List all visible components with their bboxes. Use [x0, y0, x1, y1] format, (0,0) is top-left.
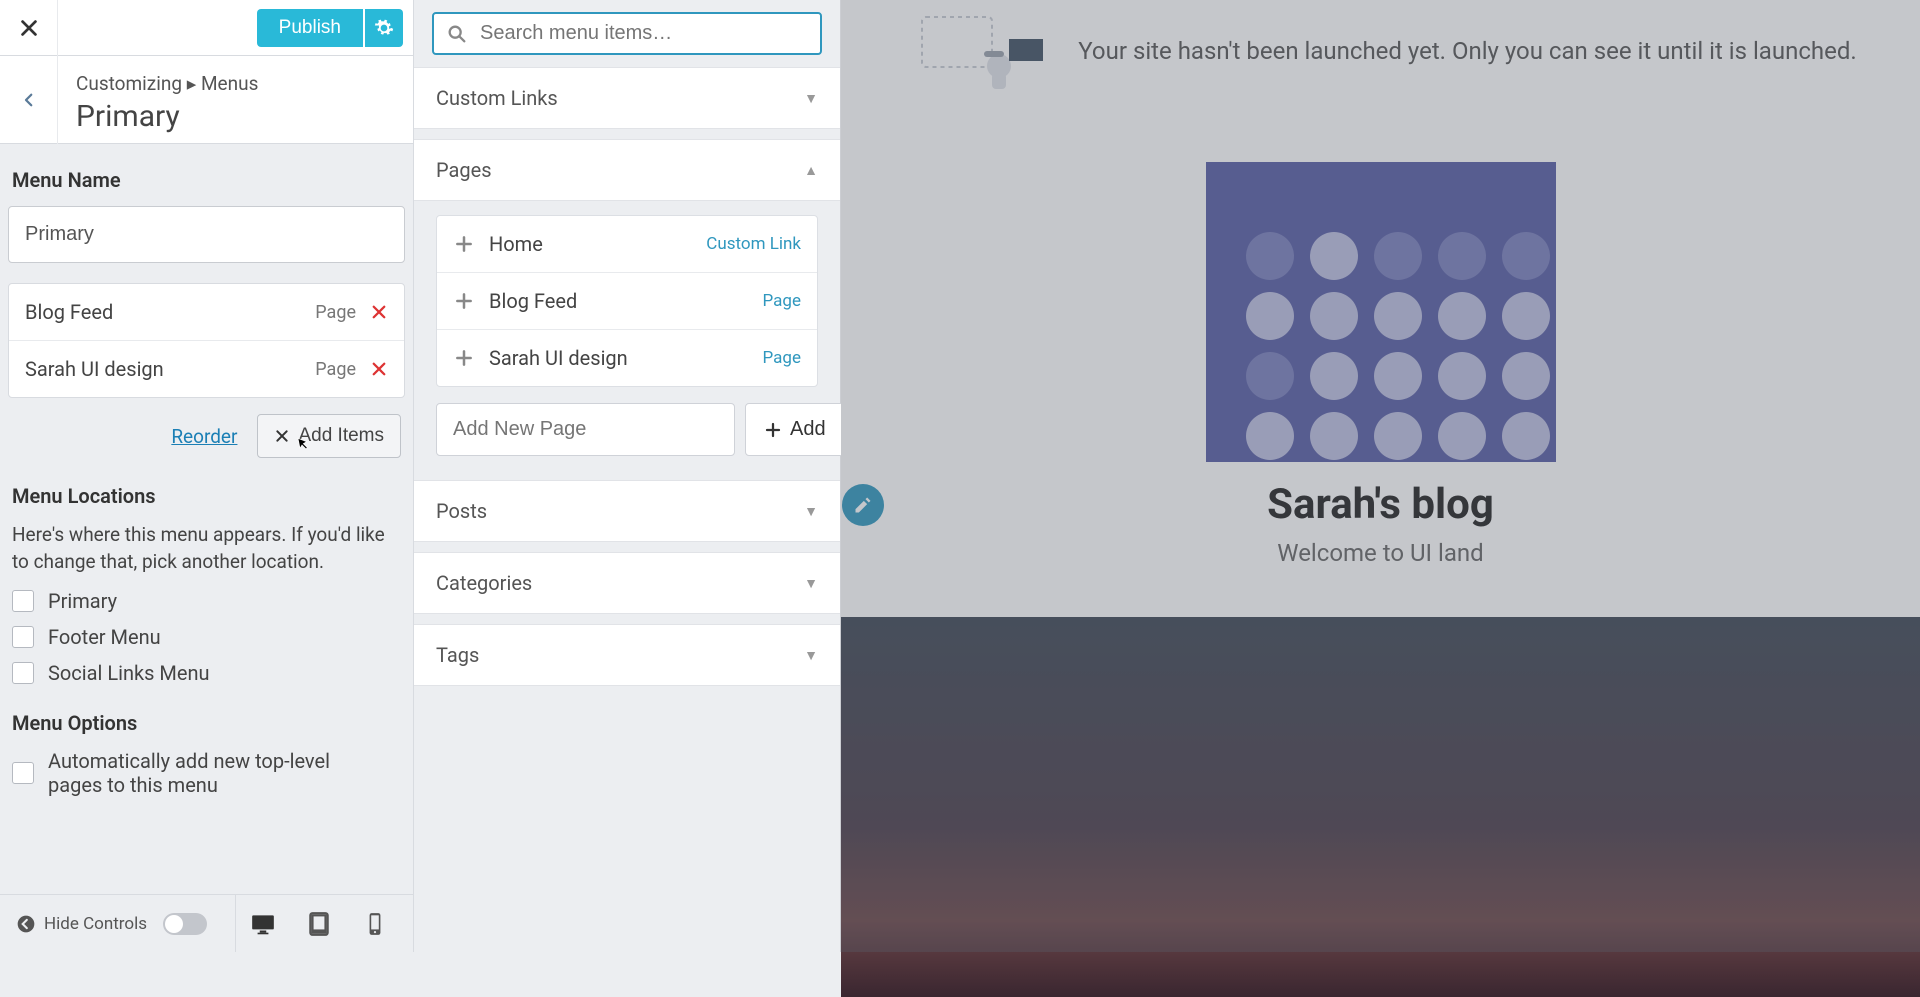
launch-notice: Your site hasn't been launched yet. Only… — [841, 0, 1920, 102]
menu-options-heading: Menu Options — [12, 711, 405, 735]
remove-menu-item-button[interactable] — [370, 360, 388, 378]
add-btn-label: Add — [790, 418, 826, 441]
page-name: Home — [489, 232, 706, 256]
section-label: Pages — [436, 158, 492, 182]
chevron-up-icon: ▲ — [804, 162, 818, 179]
sidebar-footer: Hide Controls — [0, 894, 413, 952]
menu-item-row[interactable]: Blog Feed Page — [9, 284, 404, 341]
auto-add-checkbox[interactable] — [12, 762, 34, 784]
desktop-icon[interactable] — [250, 911, 276, 937]
breadcrumb: Customizing ▸ Menus Primary — [0, 56, 413, 144]
chevron-down-icon: ▼ — [804, 647, 818, 664]
add-items-button[interactable]: Add Items — [257, 414, 401, 458]
menu-name-input[interactable] — [8, 206, 405, 263]
notice-text: Your site hasn't been launched yet. Only… — [1078, 37, 1856, 65]
menu-item-label: Blog Feed — [25, 300, 315, 324]
page-type: Page — [763, 348, 801, 368]
tablet-icon[interactable] — [306, 911, 332, 937]
section-pages[interactable]: Pages ▲ — [414, 139, 840, 201]
menu-item-row[interactable]: Sarah UI design Page — [9, 341, 404, 397]
page-type: Custom Link — [706, 234, 801, 254]
auto-add-label: Automatically add new top-level pages to… — [48, 749, 388, 797]
close-icon — [370, 360, 388, 378]
location-checkbox-footer[interactable] — [12, 626, 34, 648]
search-menu-items[interactable] — [432, 12, 822, 55]
search-icon — [446, 23, 468, 45]
section-label: Custom Links — [436, 86, 558, 110]
plus-icon — [764, 421, 782, 439]
remove-menu-item-button[interactable] — [370, 303, 388, 321]
menu-locations-desc: Here's where this menu appears. If you'd… — [12, 522, 401, 575]
section-posts[interactable]: Posts ▼ — [414, 480, 840, 542]
add-new-page-button[interactable]: Add — [745, 403, 845, 456]
hide-controls-label: Hide Controls — [44, 914, 147, 934]
page-type: Page — [763, 291, 801, 311]
breadcrumb-path[interactable]: Customizing ▸ Menus — [76, 72, 258, 95]
close-icon — [274, 428, 290, 444]
site-tagline: Welcome to UI land — [841, 539, 1920, 567]
gear-icon — [374, 18, 394, 38]
page-name: Sarah UI design — [489, 346, 763, 370]
plus-icon — [453, 347, 475, 369]
chevron-down-icon: ▼ — [804, 90, 818, 107]
hide-controls-button[interactable]: Hide Controls — [0, 895, 223, 952]
sidebar-topbar: Publish — [0, 0, 413, 56]
chevron-down-icon: ▼ — [804, 575, 818, 592]
edit-shortcut-button[interactable] — [842, 484, 884, 526]
close-icon — [18, 17, 40, 39]
location-label: Footer Menu — [48, 625, 161, 649]
back-button[interactable] — [0, 56, 58, 144]
menu-item-type: Page — [315, 302, 356, 323]
add-items-label: Add Items — [298, 425, 384, 447]
collapse-icon — [16, 914, 36, 934]
page-name: Blog Feed — [489, 289, 763, 313]
site-title: Sarah's blog — [841, 480, 1920, 529]
section-label: Posts — [436, 499, 487, 523]
menu-item-type: Page — [315, 359, 356, 380]
menu-locations-heading: Menu Locations — [12, 484, 405, 508]
search-input[interactable] — [480, 22, 808, 45]
close-icon — [370, 303, 388, 321]
chevron-left-icon — [20, 91, 38, 109]
chevron-down-icon: ▼ — [804, 503, 818, 520]
location-label: Primary — [48, 589, 117, 613]
menu-name-label: Menu Name — [12, 168, 405, 192]
available-page-row[interactable]: Blog Feed Page — [437, 273, 817, 330]
controls-toggle[interactable] — [163, 913, 207, 935]
available-page-row[interactable]: Home Custom Link — [437, 216, 817, 273]
pencil-icon — [853, 495, 873, 515]
close-customizer-button[interactable] — [0, 0, 58, 56]
location-label: Social Links Menu — [48, 661, 210, 685]
mobile-icon[interactable] — [362, 911, 388, 937]
location-checkbox-primary[interactable] — [12, 590, 34, 612]
plus-icon — [453, 233, 475, 255]
site-logo — [1206, 162, 1556, 462]
site-preview: Your site hasn't been launched yet. Only… — [841, 0, 1920, 952]
customizer-sidebar: Publish Customizing ▸ Menus Primary Menu… — [0, 0, 414, 952]
publish-settings-button[interactable] — [365, 9, 403, 47]
plus-icon — [453, 290, 475, 312]
add-items-panel: Custom Links ▼ Pages ▲ Home Custom Link … — [414, 0, 841, 952]
breadcrumb-title: Primary — [76, 99, 258, 134]
publish-button[interactable]: Publish — [257, 9, 363, 47]
menu-item-label: Sarah UI design — [25, 357, 315, 381]
section-pages-body: Home Custom Link Blog Feed Page Sarah UI… — [414, 201, 840, 470]
menu-items-list: Blog Feed Page Sarah UI design Page — [8, 283, 405, 398]
section-label: Categories — [436, 571, 532, 595]
reorder-link[interactable]: Reorder — [171, 425, 237, 448]
section-label: Tags — [436, 643, 479, 667]
available-page-row[interactable]: Sarah UI design Page — [437, 330, 817, 386]
hero-image — [841, 617, 1920, 997]
section-tags[interactable]: Tags ▼ — [414, 624, 840, 686]
notice-illustration — [904, 11, 1054, 91]
section-categories[interactable]: Categories ▼ — [414, 552, 840, 614]
add-new-page-input[interactable] — [436, 403, 735, 456]
location-checkbox-social[interactable] — [12, 662, 34, 684]
section-custom-links[interactable]: Custom Links ▼ — [414, 67, 840, 129]
